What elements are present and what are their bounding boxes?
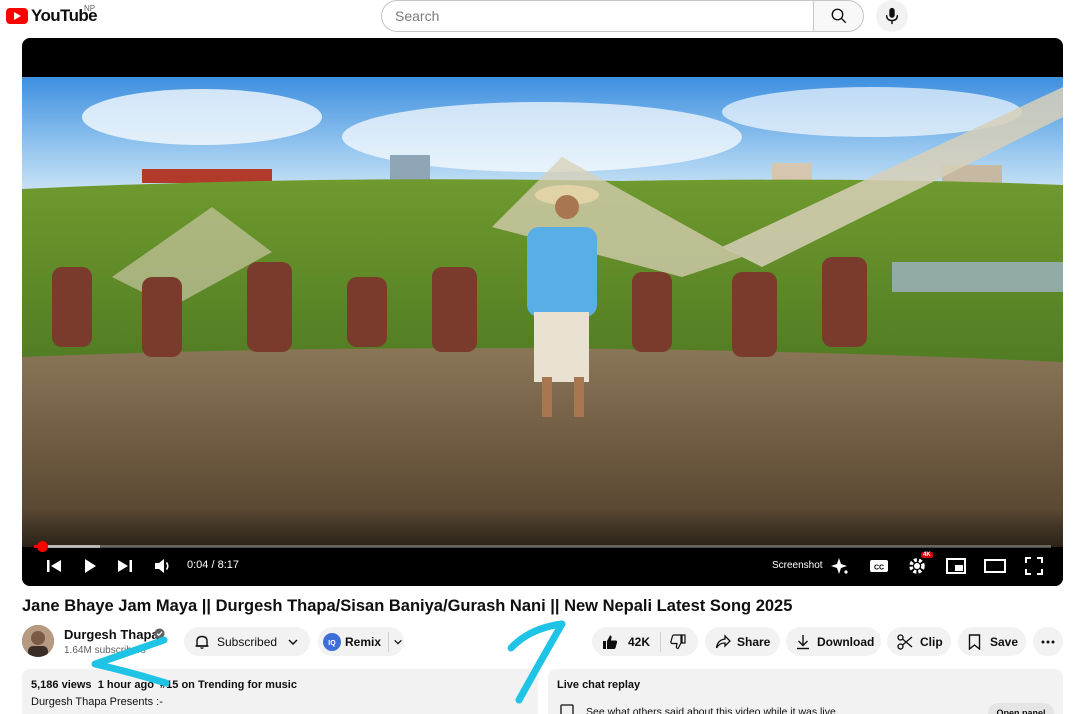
remix-icon: IQ xyxy=(323,632,341,651)
share-label: Share xyxy=(737,634,771,649)
download-label: Download xyxy=(817,634,875,649)
dislike-icon[interactable] xyxy=(670,633,686,650)
clip-button[interactable]: Clip xyxy=(887,627,951,656)
like-divider xyxy=(660,631,662,652)
more-horizontal-icon xyxy=(1041,640,1055,643)
next-button[interactable] xyxy=(113,554,137,578)
search-bar xyxy=(381,0,864,32)
remix-label: Remix xyxy=(345,634,382,649)
svg-text:CC: CC xyxy=(874,565,884,572)
country-code: NP xyxy=(84,4,96,13)
video-scene xyxy=(22,77,1063,547)
search-icon xyxy=(831,8,846,24)
captions-icon: CC xyxy=(870,560,888,572)
verified-icon xyxy=(154,628,165,639)
channel-avatar[interactable] xyxy=(22,625,54,657)
volume-icon xyxy=(155,559,169,573)
theater-mode-button[interactable] xyxy=(983,554,1007,578)
view-count: 5,186 views xyxy=(31,679,92,691)
chat-title: Live chat replay xyxy=(557,679,641,691)
live-chat-replay: Live chat replay See what others said ab… xyxy=(548,669,1063,714)
top-bar: YouTube NP xyxy=(0,0,1080,34)
captions-button[interactable]: CC xyxy=(867,554,891,578)
description-text: Durgesh Thapa Presents :- xyxy=(31,696,163,708)
open-panel-button[interactable]: Open panel xyxy=(988,703,1054,714)
search-button[interactable] xyxy=(813,0,864,32)
like-count[interactable]: 42K xyxy=(628,635,650,649)
video-player[interactable]: 0:04 / 8:17 Screenshot CC 4K xyxy=(22,38,1063,586)
screenshot-button[interactable]: Screenshot xyxy=(772,560,823,571)
theater-mode-icon xyxy=(984,559,1006,573)
description-stats: 5,186 views 1 hour ago #15 on Trending f… xyxy=(31,679,297,691)
scissors-icon xyxy=(897,633,913,650)
youtube-logo-icon xyxy=(6,8,28,24)
microphone-icon xyxy=(885,7,899,25)
bookmark-icon xyxy=(968,633,981,650)
search-input[interactable] xyxy=(381,0,813,32)
voice-search-button[interactable] xyxy=(876,0,908,32)
channel-name[interactable]: Durgesh Thapa xyxy=(64,627,159,642)
more-actions-button[interactable] xyxy=(1033,627,1063,656)
progress-bar[interactable] xyxy=(34,541,1051,552)
video-frame[interactable] xyxy=(22,77,1063,547)
like-icon[interactable] xyxy=(602,634,618,650)
chevron-down-icon xyxy=(288,638,298,645)
volume-button[interactable] xyxy=(151,554,175,578)
chat-icon xyxy=(560,704,574,714)
chevron-down-icon xyxy=(394,639,402,645)
share-icon xyxy=(715,633,731,648)
remix-button[interactable]: IQ Remix xyxy=(318,627,404,656)
chat-hint: See what others said about this video wh… xyxy=(586,706,839,714)
remix-divider xyxy=(388,631,390,652)
quality-badge: 4K xyxy=(921,552,933,558)
fullscreen-icon xyxy=(1025,557,1043,575)
trending-link[interactable]: #15 on Trending for music xyxy=(160,679,297,691)
subscriber-count: 1.64M subscribers xyxy=(64,645,146,656)
ai-sparkle-button[interactable] xyxy=(828,554,852,578)
upload-age: 1 hour ago xyxy=(97,679,154,691)
avatar-image xyxy=(22,625,54,657)
previous-button[interactable] xyxy=(42,554,66,578)
subscribed-label: Subscribed xyxy=(217,634,278,649)
clip-label: Clip xyxy=(920,634,943,649)
settings-button[interactable]: 4K xyxy=(905,552,933,578)
previous-icon xyxy=(47,560,61,572)
play-button[interactable] xyxy=(78,554,102,578)
fullscreen-button[interactable] xyxy=(1022,554,1046,578)
miniplayer-icon xyxy=(946,558,966,574)
save-button[interactable]: Save xyxy=(958,627,1026,656)
like-dislike-group: 42K xyxy=(592,627,698,656)
share-button[interactable]: Share xyxy=(705,627,780,656)
miniplayer-button[interactable] xyxy=(944,554,968,578)
save-label: Save xyxy=(990,634,1019,649)
video-title: Jane Bhaye Jam Maya || Durgesh Thapa/Sis… xyxy=(22,597,793,615)
download-icon xyxy=(797,634,809,649)
download-button[interactable]: Download xyxy=(786,627,881,656)
settings-icon xyxy=(909,558,925,574)
time-display: 0:04 / 8:17 xyxy=(187,559,239,571)
bell-icon xyxy=(195,635,209,649)
ai-sparkle-icon xyxy=(831,558,848,574)
subscribed-button[interactable]: Subscribed xyxy=(184,627,310,656)
next-icon xyxy=(118,560,132,572)
play-icon xyxy=(85,559,96,573)
description-box[interactable]: 5,186 views 1 hour ago #15 on Trending f… xyxy=(22,669,538,714)
svg-text:IQ: IQ xyxy=(328,640,336,647)
